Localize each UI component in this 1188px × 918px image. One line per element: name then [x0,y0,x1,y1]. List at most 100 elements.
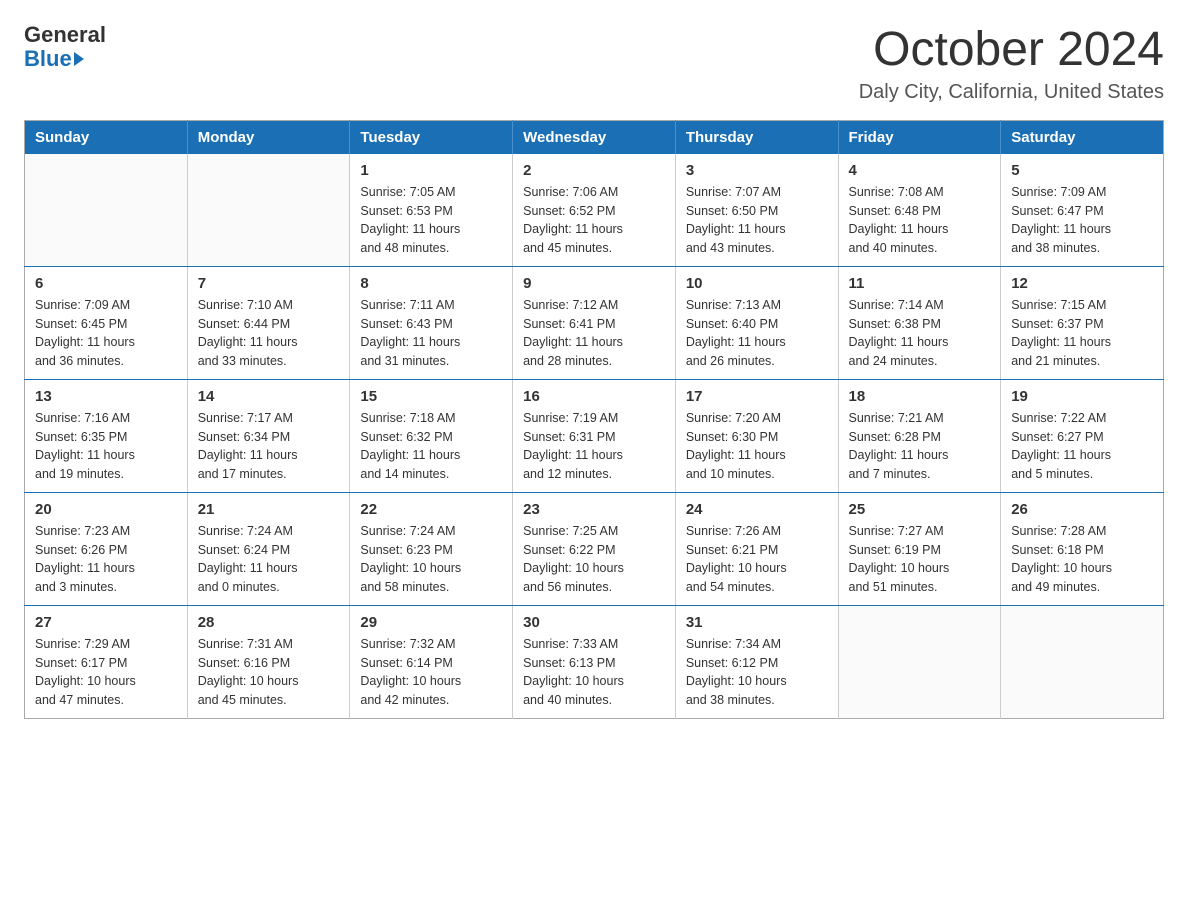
day-info: Sunrise: 7:24 AM Sunset: 6:23 PM Dayligh… [360,522,502,597]
day-info: Sunrise: 7:29 AM Sunset: 6:17 PM Dayligh… [35,635,177,710]
calendar-cell: 1 Sunrise: 7:05 AM Sunset: 6:53 PM Daylig… [350,154,513,267]
day-info: Sunrise: 7:24 AM Sunset: 6:24 PM Dayligh… [198,522,340,597]
calendar-cell: 23Sunrise: 7:25 AM Sunset: 6:22 PM Dayli… [513,492,676,605]
logo: General Blue [24,24,106,72]
day-info: Sunrise: 7:23 AM Sunset: 6:26 PM Dayligh… [35,522,177,597]
day-info: Sunrise: 7:32 AM Sunset: 6:14 PM Dayligh… [360,635,502,710]
calendar-cell: 20 Sunrise: 7:23 AM Sunset: 6:26 PM Dayli… [25,492,188,605]
calendar-week-1: 6 Sunrise: 7:09 AM Sunset: 6:45 PM Daylig… [25,266,1164,379]
calendar-cell: 8Sunrise: 7:11 AM Sunset: 6:43 PM Daylig… [350,266,513,379]
calendar-cell: 10Sunrise: 7:13 AM Sunset: 6:40 PM Dayli… [675,266,838,379]
calendar-cell: 29 Sunrise: 7:32 AM Sunset: 6:14 PM Dayli… [350,605,513,718]
calendar-cell [25,154,188,267]
logo-arrow-icon [74,52,84,66]
logo-blue: Blue [24,46,84,72]
calendar-cell: 11 Sunrise: 7:14 AM Sunset: 6:38 PM Dayli… [838,266,1001,379]
day-number: 6 [35,275,177,292]
logo-blue-text: Blue [24,46,72,72]
day-number: 21 [198,501,340,518]
day-info: Sunrise: 7:10 AM Sunset: 6:44 PM Dayligh… [198,296,340,371]
calendar-cell: 14 Sunrise: 7:17 AM Sunset: 6:34 PM Dayli… [187,379,350,492]
header-cell-friday: Friday [838,120,1001,154]
calendar-cell: 12 Sunrise: 7:15 AM Sunset: 6:37 PM Dayli… [1001,266,1164,379]
day-number: 15 [360,388,502,405]
day-info: Sunrise: 7:07 AM Sunset: 6:50 PM Dayligh… [686,183,828,258]
day-info: Sunrise: 7:26 AM Sunset: 6:21 PM Dayligh… [686,522,828,597]
day-number: 12 [1011,275,1153,292]
day-info: Sunrise: 7:18 AM Sunset: 6:32 PM Dayligh… [360,409,502,484]
day-number: 14 [198,388,340,405]
day-info: Sunrise: 7:08 AM Sunset: 6:48 PM Dayligh… [849,183,991,258]
day-info: Sunrise: 7:09 AM Sunset: 6:45 PM Dayligh… [35,296,177,371]
calendar-cell: 2Sunrise: 7:06 AM Sunset: 6:52 PM Daylig… [513,154,676,267]
header-cell-wednesday: Wednesday [513,120,676,154]
day-info: Sunrise: 7:14 AM Sunset: 6:38 PM Dayligh… [849,296,991,371]
calendar-week-3: 20 Sunrise: 7:23 AM Sunset: 6:26 PM Dayli… [25,492,1164,605]
logo-general: General [24,24,106,46]
title-block: October 2024 Daly City, California, Unit… [859,24,1164,104]
day-info: Sunrise: 7:17 AM Sunset: 6:34 PM Dayligh… [198,409,340,484]
day-info: Sunrise: 7:31 AM Sunset: 6:16 PM Dayligh… [198,635,340,710]
day-number: 10 [686,275,828,292]
calendar-cell: 25 Sunrise: 7:27 AM Sunset: 6:19 PM Dayli… [838,492,1001,605]
day-number: 16 [523,388,665,405]
day-number: 19 [1011,388,1153,405]
day-number: 25 [849,501,991,518]
day-number: 26 [1011,501,1153,518]
page-header: General Blue October 2024 Daly City, Cal… [24,24,1164,104]
calendar-cell: 16 Sunrise: 7:19 AM Sunset: 6:31 PM Dayli… [513,379,676,492]
day-number: 9 [523,275,665,292]
calendar-cell: 24Sunrise: 7:26 AM Sunset: 6:21 PM Dayli… [675,492,838,605]
day-info: Sunrise: 7:25 AM Sunset: 6:22 PM Dayligh… [523,522,665,597]
calendar-cell: 17Sunrise: 7:20 AM Sunset: 6:30 PM Dayli… [675,379,838,492]
day-number: 30 [523,614,665,631]
calendar-cell: 30 Sunrise: 7:33 AM Sunset: 6:13 PM Dayli… [513,605,676,718]
calendar-cell: 13 Sunrise: 7:16 AM Sunset: 6:35 PM Dayli… [25,379,188,492]
day-number: 1 [360,162,502,179]
day-number: 13 [35,388,177,405]
day-info: Sunrise: 7:34 AM Sunset: 6:12 PM Dayligh… [686,635,828,710]
calendar-cell: 15 Sunrise: 7:18 AM Sunset: 6:32 PM Dayli… [350,379,513,492]
calendar-cell: 9 Sunrise: 7:12 AM Sunset: 6:41 PM Daylig… [513,266,676,379]
calendar-cell: 5Sunrise: 7:09 AM Sunset: 6:47 PM Daylig… [1001,154,1164,267]
day-info: Sunrise: 7:21 AM Sunset: 6:28 PM Dayligh… [849,409,991,484]
day-info: Sunrise: 7:15 AM Sunset: 6:37 PM Dayligh… [1011,296,1153,371]
day-number: 20 [35,501,177,518]
day-number: 7 [198,275,340,292]
day-info: Sunrise: 7:28 AM Sunset: 6:18 PM Dayligh… [1011,522,1153,597]
calendar-cell: 6 Sunrise: 7:09 AM Sunset: 6:45 PM Daylig… [25,266,188,379]
calendar-week-0: 1 Sunrise: 7:05 AM Sunset: 6:53 PM Daylig… [25,154,1164,267]
day-number: 29 [360,614,502,631]
calendar-cell: 19 Sunrise: 7:22 AM Sunset: 6:27 PM Dayli… [1001,379,1164,492]
day-number: 31 [686,614,828,631]
calendar-cell: 28 Sunrise: 7:31 AM Sunset: 6:16 PM Dayli… [187,605,350,718]
calendar-week-4: 27Sunrise: 7:29 AM Sunset: 6:17 PM Dayli… [25,605,1164,718]
calendar-header: SundayMondayTuesdayWednesdayThursdayFrid… [25,120,1164,154]
day-info: Sunrise: 7:09 AM Sunset: 6:47 PM Dayligh… [1011,183,1153,258]
day-number: 8 [360,275,502,292]
day-number: 4 [849,162,991,179]
day-info: Sunrise: 7:19 AM Sunset: 6:31 PM Dayligh… [523,409,665,484]
calendar-cell: 18 Sunrise: 7:21 AM Sunset: 6:28 PM Dayli… [838,379,1001,492]
calendar-cell [187,154,350,267]
month-title: October 2024 [859,24,1164,77]
calendar-cell: 21 Sunrise: 7:24 AM Sunset: 6:24 PM Dayli… [187,492,350,605]
day-info: Sunrise: 7:22 AM Sunset: 6:27 PM Dayligh… [1011,409,1153,484]
day-number: 11 [849,275,991,292]
calendar-table: SundayMondayTuesdayWednesdayThursdayFrid… [24,120,1164,719]
day-number: 28 [198,614,340,631]
header-row: SundayMondayTuesdayWednesdayThursdayFrid… [25,120,1164,154]
calendar-week-2: 13 Sunrise: 7:16 AM Sunset: 6:35 PM Dayli… [25,379,1164,492]
day-info: Sunrise: 7:33 AM Sunset: 6:13 PM Dayligh… [523,635,665,710]
location: Daly City, California, United States [859,81,1164,104]
day-info: Sunrise: 7:05 AM Sunset: 6:53 PM Dayligh… [360,183,502,258]
day-number: 18 [849,388,991,405]
header-cell-saturday: Saturday [1001,120,1164,154]
day-info: Sunrise: 7:27 AM Sunset: 6:19 PM Dayligh… [849,522,991,597]
day-info: Sunrise: 7:12 AM Sunset: 6:41 PM Dayligh… [523,296,665,371]
calendar-cell: 4 Sunrise: 7:08 AM Sunset: 6:48 PM Daylig… [838,154,1001,267]
day-number: 2 [523,162,665,179]
day-info: Sunrise: 7:16 AM Sunset: 6:35 PM Dayligh… [35,409,177,484]
calendar-body: 1 Sunrise: 7:05 AM Sunset: 6:53 PM Daylig… [25,154,1164,719]
calendar-cell: 3Sunrise: 7:07 AM Sunset: 6:50 PM Daylig… [675,154,838,267]
